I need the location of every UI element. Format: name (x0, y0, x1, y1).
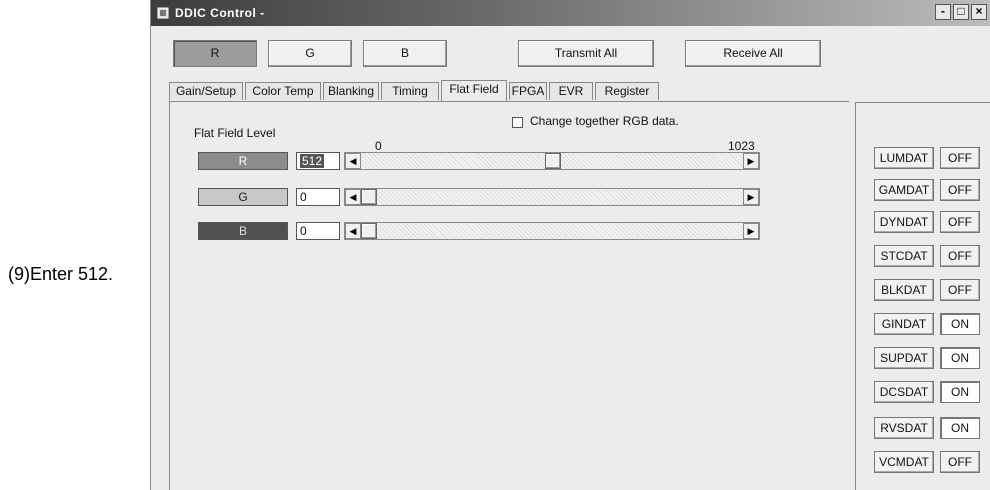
title-bar: DDIC Control - - □ × (151, 0, 990, 26)
status-vcmdat-toggle[interactable]: OFF (940, 451, 980, 473)
flat-field-b-input[interactable]: 0 (296, 222, 340, 240)
status-supdat-toggle[interactable]: ON (940, 347, 980, 369)
status-dyndat-toggle[interactable]: OFF (940, 211, 980, 233)
flat-field-b-label[interactable]: B (198, 222, 288, 240)
minimize-button[interactable]: - (935, 4, 951, 20)
slider-thumb[interactable] (545, 153, 562, 169)
data-status-panel: LUMDAT OFF GAMDAT OFF DYNDAT OFF STCDAT … (855, 102, 990, 490)
status-gamdat-toggle[interactable]: OFF (940, 179, 980, 201)
scroll-right-icon[interactable]: ▶ (743, 153, 759, 169)
status-rvsdat-toggle[interactable]: ON (940, 417, 980, 439)
channel-b-button[interactable]: B (363, 40, 447, 67)
status-vcmdat-label: VCMDAT (874, 451, 934, 473)
status-dcsdat-label: DCSDAT (874, 381, 934, 403)
ddic-control-window: DDIC Control - - □ × R G B Transmit All … (150, 0, 990, 490)
flat-field-g-slider[interactable]: ◀ ▶ (344, 188, 760, 206)
status-stcdat-label: STCDAT (874, 245, 934, 267)
channel-g-button[interactable]: G (268, 40, 352, 67)
tab-color-temp[interactable]: Color Temp (245, 82, 321, 100)
scroll-left-icon[interactable]: ◀ (345, 189, 361, 205)
flat-field-g-label[interactable]: G (198, 188, 288, 206)
status-blkdat-label: BLKDAT (874, 279, 934, 301)
flat-field-b-slider[interactable]: ◀ ▶ (344, 222, 760, 240)
scroll-right-icon[interactable]: ▶ (743, 223, 759, 239)
flat-field-g-value: 0 (300, 190, 307, 204)
tab-flat-field[interactable]: Flat Field (441, 80, 507, 102)
scroll-left-icon[interactable]: ◀ (345, 223, 361, 239)
status-dcsdat-toggle[interactable]: ON (940, 381, 980, 403)
tab-blanking[interactable]: Blanking (323, 82, 379, 100)
close-button[interactable]: × (971, 4, 987, 20)
status-rvsdat-label: RVSDAT (874, 417, 934, 439)
flat-field-r-input[interactable]: 512 (296, 152, 340, 170)
annotation-label: (9)Enter 512. (8, 264, 114, 284)
receive-all-button[interactable]: Receive All (685, 40, 821, 67)
scroll-left-icon[interactable]: ◀ (345, 153, 361, 169)
flat-field-g-input[interactable]: 0 (296, 188, 340, 206)
scroll-right-icon[interactable]: ▶ (743, 189, 759, 205)
status-gamdat-label: GAMDAT (874, 179, 934, 201)
transmit-all-button[interactable]: Transmit All (518, 40, 654, 67)
change-together-checkbox[interactable] (512, 117, 523, 128)
flat-field-r-value: 512 (300, 154, 325, 168)
maximize-button[interactable]: □ (953, 4, 969, 20)
status-gindat-label: GINDAT (874, 313, 934, 335)
status-lumdat-toggle[interactable]: OFF (940, 147, 980, 169)
status-lumdat-label: LUMDAT (874, 147, 934, 169)
flat-field-level-label: Flat Field Level (194, 126, 276, 140)
tab-register[interactable]: Register (595, 82, 659, 100)
tab-gain-setup[interactable]: Gain/Setup (169, 82, 243, 100)
flat-field-r-label[interactable]: R (198, 152, 288, 170)
app-icon (157, 7, 169, 19)
change-together-label: Change together RGB data. (530, 114, 679, 128)
scale-max-label: 1023 (728, 139, 755, 153)
status-blkdat-toggle[interactable]: OFF (940, 279, 980, 301)
tab-evr[interactable]: EVR (549, 82, 593, 100)
tab-timing[interactable]: Timing (381, 82, 439, 100)
slider-thumb[interactable] (361, 189, 377, 205)
tab-fpga[interactable]: FPGA (509, 82, 547, 100)
status-supdat-label: SUPDAT (874, 347, 934, 369)
status-gindat-toggle[interactable]: ON (940, 313, 980, 335)
flat-field-r-slider[interactable]: ◀ ▶ (344, 152, 760, 170)
flat-field-b-value: 0 (300, 224, 307, 238)
status-stcdat-toggle[interactable]: OFF (940, 245, 980, 267)
scale-min-label: 0 (375, 139, 382, 153)
status-dyndat-label: DYNDAT (874, 211, 934, 233)
slider-thumb[interactable] (361, 223, 377, 239)
flat-field-panel: Flat Field Level Change together RGB dat… (169, 102, 849, 490)
channel-r-button[interactable]: R (173, 40, 257, 67)
window-title: DDIC Control - (175, 6, 265, 20)
